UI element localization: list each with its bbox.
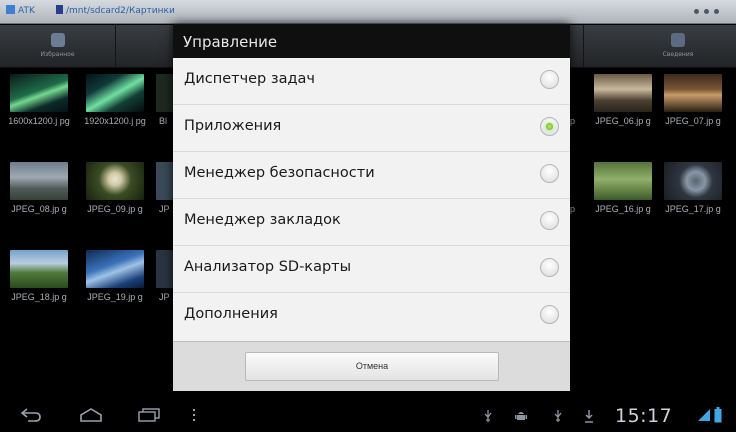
signal-icon xyxy=(698,409,710,421)
current-path[interactable]: /mnt/sdcard2/Картинки xyxy=(56,5,175,16)
recent-apps-icon[interactable] xyxy=(138,408,160,422)
file-name: p xyxy=(570,116,576,126)
cancel-button[interactable]: Отмена xyxy=(245,352,499,381)
radio-button[interactable] xyxy=(540,258,559,277)
battery-icon xyxy=(714,407,722,423)
file-tile[interactable]: JPEG_17.jp g xyxy=(658,158,728,233)
file-tile[interactable]: JPEG_18.jp g xyxy=(4,246,74,321)
thumbnail xyxy=(86,162,144,200)
radio-button[interactable] xyxy=(540,305,559,324)
thumbnail xyxy=(664,162,722,200)
file-name: 1600x1200.j pg xyxy=(8,116,70,126)
option-applications[interactable]: Приложения xyxy=(173,105,570,152)
path-text: /mnt/sdcard2/Картинки xyxy=(66,6,175,16)
thumbnail xyxy=(570,162,580,200)
thumbnail xyxy=(10,250,68,288)
radio-button[interactable] xyxy=(540,211,559,230)
option-security-manager[interactable]: Менеджер безопасности xyxy=(173,152,570,199)
file-name: JPEG_07.jp g xyxy=(665,116,721,126)
file-tile[interactable]: JPEG_08.jp g xyxy=(4,158,74,233)
file-tile[interactable]: Bl xyxy=(156,70,173,145)
back-icon[interactable] xyxy=(20,408,42,422)
file-name: JP xyxy=(159,204,170,214)
thumbnail xyxy=(10,74,68,112)
app-name: ATK xyxy=(18,6,35,16)
file-name: JP xyxy=(159,292,170,302)
thumbnail xyxy=(156,74,173,112)
file-name: p xyxy=(570,204,576,214)
title-bar: ATK /mnt/sdcard2/Картинки xyxy=(0,0,736,24)
favorites-icon xyxy=(50,33,65,47)
option-label: Менеджер закладок xyxy=(184,212,341,228)
file-tile[interactable]: 1920x1200.j pg xyxy=(80,70,150,145)
toolbar-favorites-button[interactable]: Избранное xyxy=(0,25,116,68)
file-tile[interactable]: p xyxy=(570,70,580,145)
option-task-manager[interactable]: Диспетчер задач xyxy=(173,58,570,105)
file-name: 1920x1200.j pg xyxy=(84,116,146,126)
thumbnail xyxy=(594,74,652,112)
file-name: Bl xyxy=(159,116,168,126)
system-bar: 15:17 xyxy=(0,400,736,432)
file-tile[interactable]: JPEG_09.jp g xyxy=(80,158,150,233)
menu-icon[interactable] xyxy=(192,408,196,422)
app-icon xyxy=(6,5,15,14)
option-sd-analyzer[interactable]: Анализатор SD-карты xyxy=(173,246,570,293)
option-label: Менеджер безопасности xyxy=(184,165,375,181)
option-label: Диспетчер задач xyxy=(184,71,315,87)
option-addons[interactable]: Дополнения xyxy=(173,293,570,340)
file-name: JPEG_06.jp g xyxy=(595,116,651,126)
file-tile[interactable]: JPEG_07.jp g xyxy=(658,70,728,145)
thumbnail xyxy=(594,162,652,200)
thumbnail xyxy=(86,74,144,112)
file-name: JPEG_09.jp g xyxy=(87,204,143,214)
file-name: JPEG_17.jp g xyxy=(665,204,721,214)
option-bookmark-manager[interactable]: Менеджер закладок xyxy=(173,199,570,246)
dialog-footer: Отмена xyxy=(173,341,570,391)
toolbar-info-button[interactable]: Сведения xyxy=(620,25,736,68)
thumbnail xyxy=(156,250,173,288)
thumbnail xyxy=(156,162,173,200)
thumbnail xyxy=(570,74,580,112)
file-tile[interactable]: JPEG_16.jp g xyxy=(588,158,658,233)
toolbar-button-label: Сведения xyxy=(662,51,694,58)
file-name: JPEG_18.jp g xyxy=(11,292,67,302)
home-icon[interactable] xyxy=(80,408,102,422)
file-name: JPEG_16.jp g xyxy=(595,204,651,214)
option-label: Анализатор SD-карты xyxy=(184,259,352,275)
file-name: JPEG_19.jp g xyxy=(87,292,143,302)
usb-icon xyxy=(554,410,562,422)
file-name: JPEG_08.jp g xyxy=(11,204,67,214)
dialog-title: Управление xyxy=(173,24,570,58)
thumbnail xyxy=(10,162,68,200)
file-tile[interactable]: p xyxy=(570,158,580,233)
toolbar-button-label: Избранное xyxy=(40,51,75,58)
manage-dialog: Управление Диспетчер задач Приложения Ме… xyxy=(173,24,570,391)
file-tile[interactable]: JPEG_06.jp g xyxy=(588,70,658,145)
option-label: Приложения xyxy=(184,118,282,134)
option-label: Дополнения xyxy=(184,306,278,322)
thumbnail xyxy=(86,250,144,288)
file-tile[interactable]: JP xyxy=(156,246,173,321)
thumbnail xyxy=(664,74,722,112)
app-label: ATK xyxy=(6,5,35,16)
radio-button-selected[interactable] xyxy=(540,117,559,136)
android-debug-icon xyxy=(515,412,527,420)
overflow-menu-icon[interactable] xyxy=(694,7,720,17)
file-tile[interactable]: 1600x1200.j pg xyxy=(4,70,74,145)
file-tile[interactable]: JPEG_19.jp g xyxy=(80,246,150,321)
usb-icon xyxy=(484,410,492,422)
file-tile[interactable]: JP xyxy=(156,158,173,233)
radio-button[interactable] xyxy=(540,164,559,183)
folder-pin-icon xyxy=(56,5,63,14)
radio-button[interactable] xyxy=(540,70,559,89)
info-icon xyxy=(671,33,685,47)
clock: 15:17 xyxy=(615,405,673,427)
download-icon xyxy=(585,410,593,423)
